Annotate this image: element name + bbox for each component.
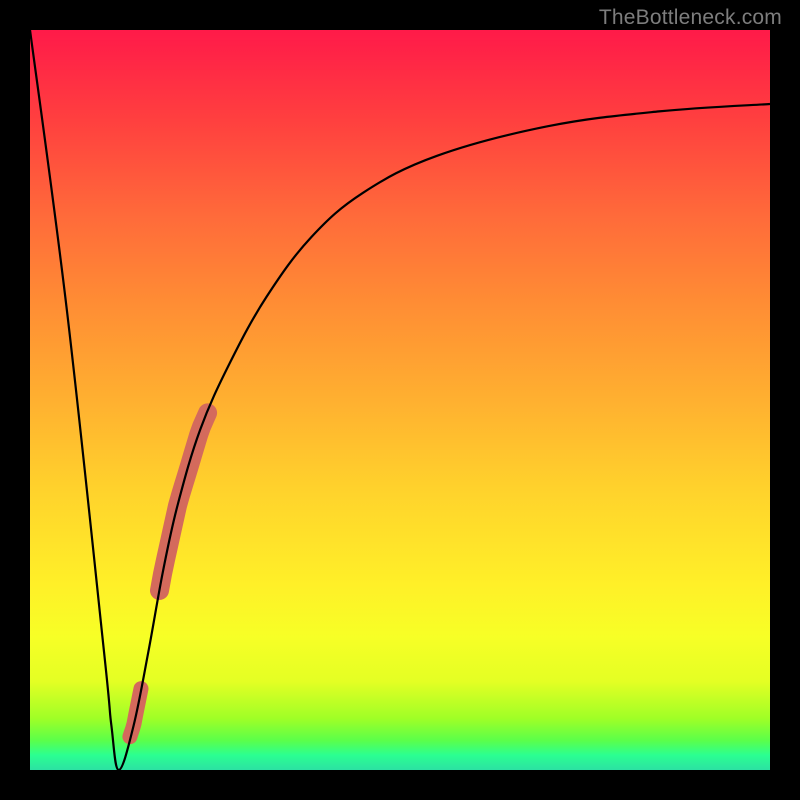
- bottleneck-curve-path: [30, 30, 770, 770]
- chart-frame: TheBottleneck.com: [0, 0, 800, 800]
- curve-layer: [30, 30, 770, 770]
- plot-area: [30, 30, 770, 770]
- highlight-rising: [160, 413, 208, 591]
- attribution-label: TheBottleneck.com: [599, 6, 782, 30]
